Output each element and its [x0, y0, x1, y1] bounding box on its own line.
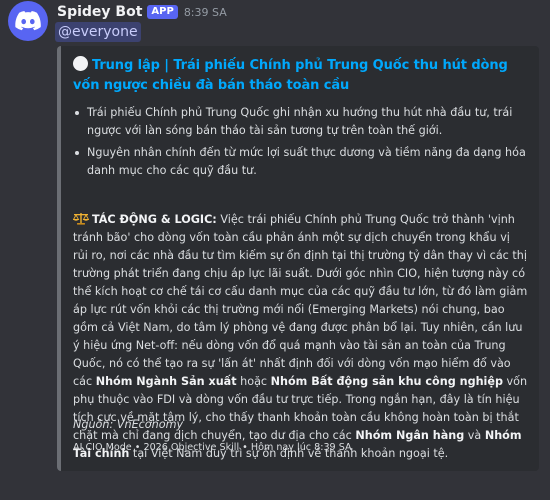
news-embed: Trung lập | Trái phiếu Chính phủ Trung Q… — [57, 46, 539, 471]
embed-title-text[interactable]: Trung lập | Trái phiếu Chính phủ Trung Q… — [73, 58, 508, 93]
message-header: Spidey Bot APP 8:39 SA — [57, 3, 227, 21]
bullet-item: Trái phiếu Chính phủ Trung Quốc ghi nhận… — [73, 104, 528, 140]
bot-avatar[interactable] — [8, 1, 48, 41]
impact-highlight: Nhóm Ngành Sản xuất — [95, 375, 237, 388]
everyone-mention[interactable]: @everyone — [55, 22, 141, 42]
bot-username[interactable]: Spidey Bot — [57, 4, 142, 20]
embed-title[interactable]: Trung lập | Trái phiếu Chính phủ Trung Q… — [73, 56, 528, 96]
impact-heading: TÁC ĐỘNG & LOGIC: — [92, 213, 217, 226]
bullet-item: Nguyên nhân chính đến từ mức lợi suất th… — [73, 144, 528, 180]
message-timestamp[interactable]: 8:39 SA — [184, 6, 227, 19]
white-circle-icon — [73, 56, 88, 71]
discord-logo-icon — [15, 11, 41, 31]
impact-highlight: Nhóm Bất động sản khu công nghiệp — [270, 375, 503, 388]
impact-text: hoặc — [236, 375, 271, 388]
impact-text: và — [464, 429, 485, 442]
impact-text: Việc trái phiếu Chính phủ Trung Quốc trở… — [73, 213, 528, 388]
impact-highlight: Nhóm Ngân hàng — [355, 429, 465, 442]
app-badge: APP — [147, 5, 178, 19]
summary-bullets: Trái phiếu Chính phủ Trung Quốc ghi nhận… — [73, 104, 528, 184]
embed-footer: AI CIO Mode • 2026 Objective Skill • Hôm… — [73, 442, 352, 453]
balance-scale-icon — [73, 213, 89, 225]
chat-message: Spidey Bot APP 8:39 SA @everyone Trung l… — [0, 0, 550, 500]
news-source: Nguồn: VnEconomy — [73, 418, 184, 431]
